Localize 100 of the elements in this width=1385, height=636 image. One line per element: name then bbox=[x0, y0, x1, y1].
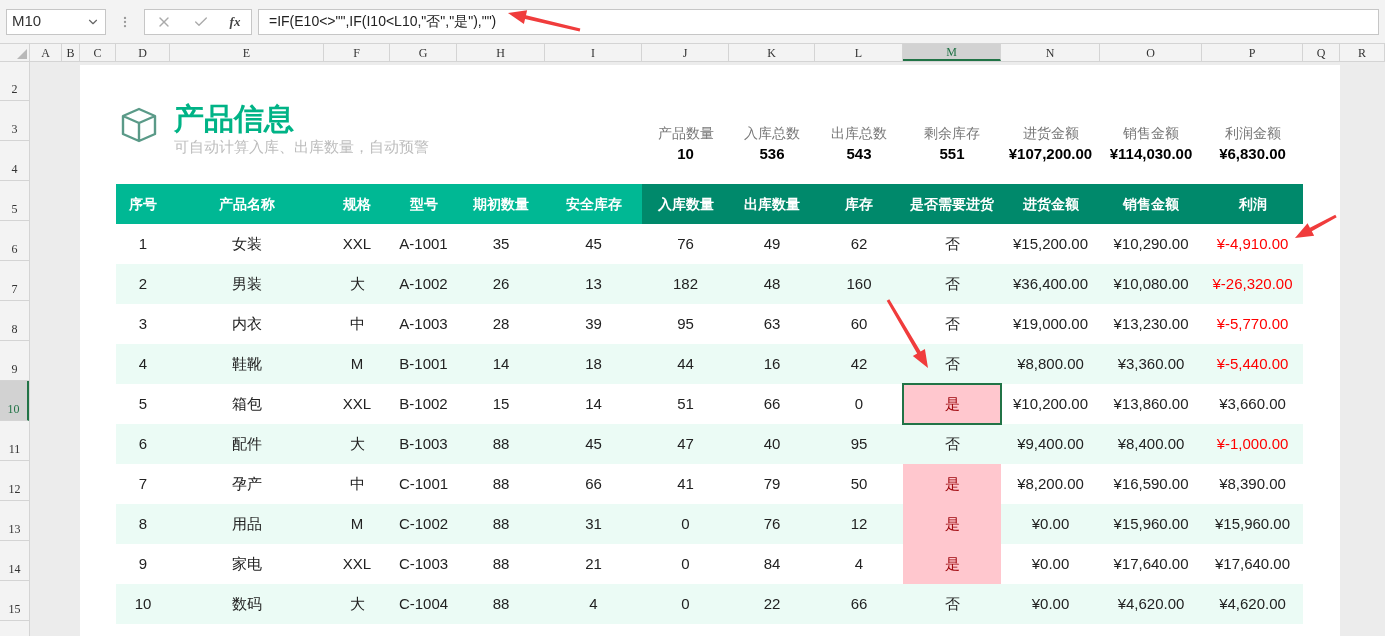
table-cell-text: ¥-5,440.00 bbox=[1215, 353, 1290, 374]
column-header[interactable]: Q bbox=[1303, 44, 1340, 61]
table-cell-text: 10 bbox=[133, 593, 153, 614]
row-header[interactable]: 12 bbox=[0, 461, 29, 501]
row-header[interactable]: 6 bbox=[0, 221, 29, 261]
table-cell-text: 88 bbox=[491, 513, 511, 534]
table-cell-text: C-1004 bbox=[397, 593, 450, 614]
column-header[interactable]: H bbox=[457, 44, 545, 61]
row-header[interactable]: 14 bbox=[0, 541, 29, 581]
table-cell-text: 大 bbox=[348, 273, 366, 294]
column-header[interactable]: M bbox=[903, 44, 1001, 61]
table-cell-text: ¥4,620.00 bbox=[1218, 593, 1287, 614]
column-header[interactable]: J bbox=[642, 44, 729, 61]
column-heading: 利润 bbox=[1202, 184, 1303, 224]
table-cell-text: 41 bbox=[676, 473, 695, 494]
summary-value: 551 bbox=[939, 144, 965, 164]
row-header[interactable]: 15 bbox=[0, 581, 29, 621]
column-header[interactable]: R bbox=[1340, 44, 1385, 61]
column-header[interactable]: D bbox=[116, 44, 170, 61]
table-cell-text: 用品 bbox=[231, 513, 263, 534]
table-cell-text: 5 bbox=[137, 393, 149, 414]
column-heading: 序号 bbox=[116, 184, 170, 224]
table-cell-text: 6 bbox=[137, 433, 149, 454]
table-cell-text: ¥4,620.00 bbox=[1116, 593, 1186, 614]
table-cell-text: 66 bbox=[849, 593, 869, 614]
table-cell-text: 18 bbox=[584, 353, 603, 374]
table-cell-text: 1 bbox=[137, 233, 149, 254]
insert-function-button[interactable]: fx bbox=[229, 11, 241, 32]
column-heading: 进货金额 bbox=[1001, 184, 1100, 224]
column-header[interactable]: O bbox=[1100, 44, 1202, 61]
column-header[interactable]: P bbox=[1202, 44, 1303, 61]
table-cell-text: 中 bbox=[348, 313, 366, 334]
summary-label: 入库总数 bbox=[744, 124, 800, 143]
table-cell-text: 否 bbox=[943, 233, 961, 254]
table-cell-text: XXL bbox=[341, 553, 373, 574]
table-cell-text: 7 bbox=[137, 473, 149, 494]
table-cell-text: 45 bbox=[584, 233, 603, 254]
column-heading: 入库数量 bbox=[642, 184, 729, 224]
column-header[interactable]: K bbox=[729, 44, 815, 61]
column-header[interactable]: I bbox=[545, 44, 642, 61]
table-cell-text: 男装 bbox=[231, 273, 263, 294]
table-cell-text: 13 bbox=[584, 273, 603, 294]
table-cell-text: 0 bbox=[853, 393, 865, 414]
row-header[interactable]: 7 bbox=[0, 261, 29, 301]
row-header[interactable]: 8 bbox=[0, 301, 29, 341]
table-cell-text: 内衣 bbox=[231, 313, 263, 334]
row-header[interactable]: 13 bbox=[0, 501, 29, 541]
summary-value: 10 bbox=[677, 144, 694, 164]
annotation-arrow bbox=[886, 299, 928, 368]
table-cell-text: 2 bbox=[137, 273, 149, 294]
table-cell: 是 bbox=[903, 464, 1001, 504]
table-cell-text: 14 bbox=[491, 353, 511, 374]
column-header[interactable]: N bbox=[1001, 44, 1100, 61]
table-cell-text: ¥9,400.00 bbox=[1016, 433, 1085, 454]
table-cell-text: 95 bbox=[676, 313, 695, 334]
table-cell-text: M bbox=[349, 353, 365, 374]
table-cell-text: ¥36,400.00 bbox=[1011, 273, 1090, 294]
summary-label: 利润金额 bbox=[1224, 124, 1281, 143]
table-cell-text: 16 bbox=[762, 353, 782, 374]
table-cell-text: 88 bbox=[491, 553, 511, 574]
summary-label: 进货金额 bbox=[1022, 124, 1079, 143]
table-cell: 是 bbox=[903, 504, 1001, 544]
formula-field[interactable]: =IF(E10<>"",IF(I10<L10,"否","是"),"") bbox=[258, 8, 1379, 35]
name-box[interactable]: M10 bbox=[6, 8, 106, 35]
column-heading: 型号 bbox=[390, 184, 457, 224]
box-icon bbox=[120, 107, 158, 143]
column-header[interactable]: E bbox=[170, 44, 324, 61]
table-cell-text: ¥8,800.00 bbox=[1016, 353, 1085, 374]
table-cell-text: 否 bbox=[943, 593, 961, 614]
table-cell-text: 4 bbox=[853, 553, 865, 574]
row-header[interactable]: 5 bbox=[0, 181, 29, 221]
row-header[interactable]: 11 bbox=[0, 421, 29, 461]
column-header[interactable]: C bbox=[80, 44, 116, 61]
table-cell-text: B-1003 bbox=[398, 433, 449, 454]
row-header[interactable]: 3 bbox=[0, 101, 29, 141]
table-cell-text: A-1002 bbox=[398, 273, 449, 294]
table-cell-text: B-1001 bbox=[398, 353, 449, 374]
row-header[interactable]: 2 bbox=[0, 62, 29, 101]
column-header[interactable]: B bbox=[62, 44, 80, 61]
column-header[interactable]: A bbox=[30, 44, 62, 61]
table-cell-text: 女装 bbox=[231, 233, 263, 254]
table-cell-text: 3 bbox=[137, 313, 149, 334]
table-cell-text: 28 bbox=[491, 313, 511, 334]
table-cell-text: ¥13,860.00 bbox=[1112, 393, 1190, 414]
table-cell-text: ¥8,200.00 bbox=[1016, 473, 1085, 494]
table-cell-text: ¥17,640.00 bbox=[1112, 553, 1190, 574]
column-header[interactable]: F bbox=[324, 44, 390, 61]
column-heading: 出库数量 bbox=[729, 184, 815, 224]
table-cell-text: 否 bbox=[943, 353, 961, 374]
table-cell-text: 孕产 bbox=[231, 473, 263, 494]
column-header[interactable]: G bbox=[390, 44, 457, 61]
summary-value: 536 bbox=[759, 144, 785, 164]
table-cell-text: C-1003 bbox=[397, 553, 450, 574]
table-cell-text: 12 bbox=[849, 513, 869, 534]
table-cell-text: 15 bbox=[491, 393, 511, 414]
table-cell-text: 63 bbox=[762, 313, 782, 334]
row-header[interactable]: 4 bbox=[0, 141, 29, 181]
summary-label: 出库总数 bbox=[831, 124, 887, 143]
table-cell-text: ¥17,640.00 bbox=[1213, 553, 1292, 574]
row-header[interactable]: 10 bbox=[0, 381, 29, 421]
